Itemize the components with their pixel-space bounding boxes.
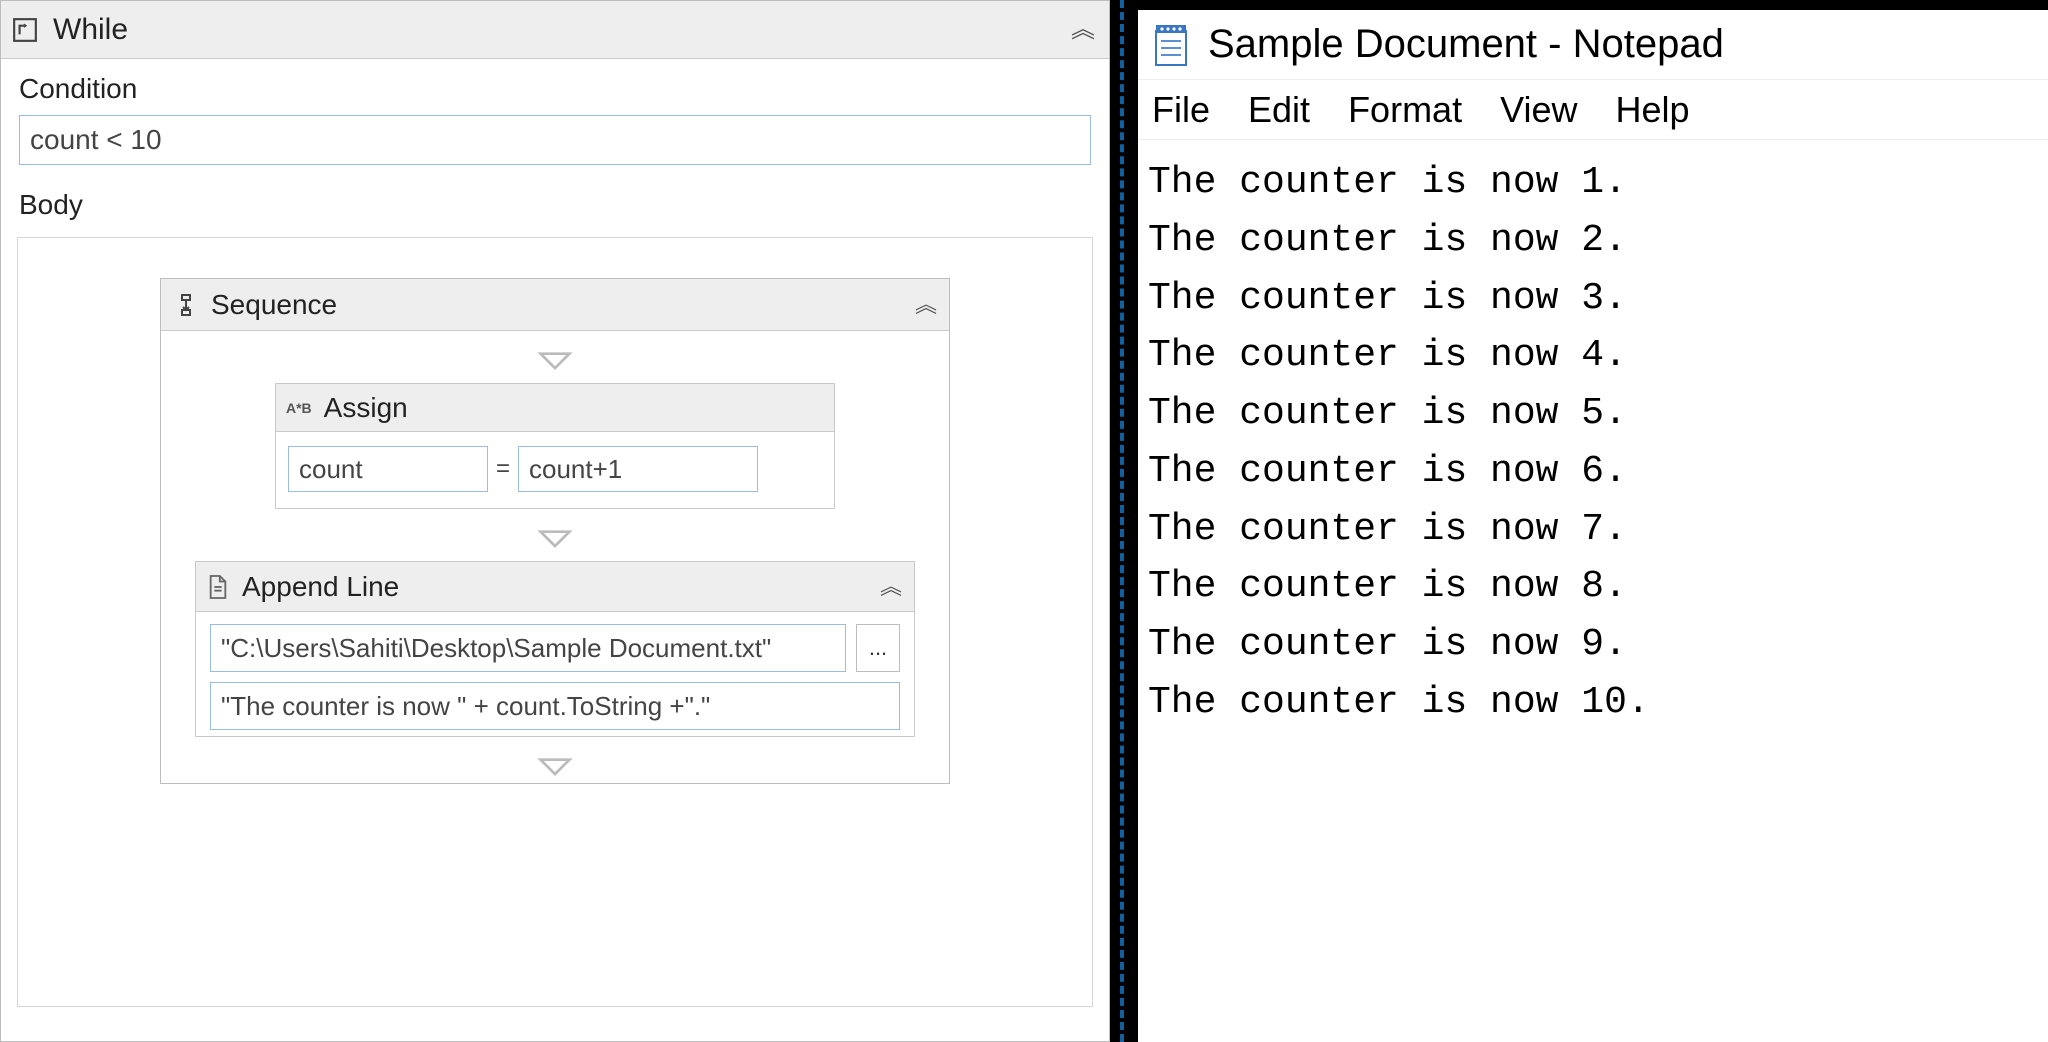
menu-view[interactable]: View: [1494, 85, 1583, 135]
drop-target-icon[interactable]: [161, 509, 949, 555]
sequence-activity[interactable]: Sequence A*B Assign =: [160, 278, 950, 784]
collapse-icon[interactable]: [915, 294, 937, 316]
drop-target-icon[interactable]: [161, 737, 949, 783]
workflow-panel: While Condition Body Sequence: [0, 0, 1110, 1042]
assign-icon: A*B: [286, 400, 312, 416]
assign-value-input[interactable]: [518, 446, 758, 492]
append-line-title: Append Line: [242, 571, 399, 603]
append-line-header[interactable]: Append Line: [196, 562, 914, 612]
browse-file-button[interactable]: ...: [856, 624, 900, 672]
menu-format[interactable]: Format: [1342, 85, 1468, 135]
append-line-activity[interactable]: Append Line ...: [195, 561, 915, 737]
sequence-title: Sequence: [211, 289, 337, 321]
equals-label: =: [494, 455, 512, 483]
condition-input[interactable]: [19, 115, 1091, 165]
sequence-icon: [173, 292, 199, 318]
notepad-panel: Sample Document - Notepad File Edit Form…: [1138, 0, 2048, 1042]
while-title: While: [53, 13, 128, 47]
drop-target-icon[interactable]: [161, 331, 949, 377]
notepad-icon: [1150, 21, 1192, 69]
while-icon: [11, 16, 39, 44]
while-activity-header[interactable]: While: [1, 1, 1109, 59]
condition-label: Condition: [1, 59, 1109, 115]
menu-help[interactable]: Help: [1609, 85, 1695, 135]
panel-divider: [1120, 0, 1124, 1042]
notepad-titlebar[interactable]: Sample Document - Notepad: [1138, 10, 2048, 80]
append-line-filepath-input[interactable]: [210, 624, 846, 672]
body-label: Body: [1, 175, 1109, 231]
append-line-text-input[interactable]: [210, 682, 900, 730]
collapse-icon[interactable]: [880, 576, 902, 598]
assign-activity[interactable]: A*B Assign =: [275, 383, 835, 509]
menu-file[interactable]: File: [1146, 85, 1216, 135]
sequence-header[interactable]: Sequence: [161, 279, 949, 331]
collapse-icon[interactable]: [1071, 18, 1095, 42]
menu-edit[interactable]: Edit: [1242, 85, 1316, 135]
notepad-menubar: File Edit Format View Help: [1138, 80, 2048, 140]
assign-variable-input[interactable]: [288, 446, 488, 492]
notepad-text-area[interactable]: The counter is now 1. The counter is now…: [1138, 140, 2048, 746]
assign-header[interactable]: A*B Assign: [276, 384, 834, 432]
document-icon: [206, 573, 230, 601]
while-body-container[interactable]: Sequence A*B Assign =: [17, 237, 1093, 1007]
assign-title: Assign: [324, 392, 408, 424]
notepad-window: Sample Document - Notepad File Edit Form…: [1138, 10, 2048, 1042]
notepad-title: Sample Document - Notepad: [1208, 22, 1724, 67]
